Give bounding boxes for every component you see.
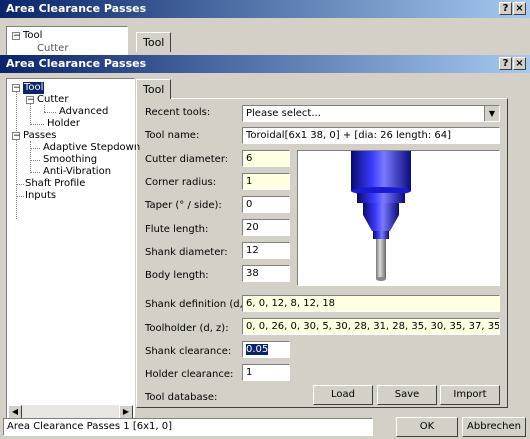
flute-length-label: Flute length: [145, 224, 209, 235]
taper-label: Taper (° / side): [145, 200, 222, 211]
tree-item-cutter[interactable]: Cutter [37, 94, 68, 106]
back-tree-item-tool[interactable]: Tool [23, 30, 42, 42]
cutter-collapse-icon[interactable]: − [26, 96, 35, 105]
holder-clearance-label: Holder clearance: [145, 369, 234, 380]
help-button[interactable]: ? [499, 57, 512, 70]
dialog-title: Area Clearance Passes [6, 57, 147, 70]
tool-name-field[interactable]: Toroidal[6x1 38, 0] + [dia: 26 length: 6… [242, 127, 500, 144]
back-tab-tool[interactable]: Tool [136, 32, 172, 52]
tree-hscrollbar[interactable]: ◀ ▶ [8, 405, 133, 419]
back-tree-item-cutter[interactable]: Cutter [37, 43, 68, 55]
tree-item-shaft-profile[interactable]: Shaft Profile [25, 178, 85, 190]
cutter-illustration [351, 151, 411, 281]
collapse-icon[interactable]: − [12, 32, 21, 41]
flute-length-field[interactable]: 20 [242, 219, 290, 236]
tree-item-inputs[interactable]: Inputs [25, 190, 56, 202]
scroll-right-icon[interactable]: ▶ [119, 405, 133, 419]
recent-tools-value: Please select... [246, 108, 321, 119]
back-window-title: Area Clearance Passes [6, 2, 147, 15]
import-button[interactable]: Import [440, 385, 500, 405]
cancel-button[interactable]: Abbrechen [462, 417, 526, 437]
corner-radius-field[interactable]: 1 [242, 173, 290, 190]
dialog-titlebar[interactable]: Area Clearance Passes ? × [0, 55, 530, 73]
tree-item-tool[interactable]: Tool [23, 82, 45, 94]
holder-collar [357, 193, 405, 203]
corner-radius-label: Corner radius: [145, 177, 217, 188]
ok-button[interactable]: OK [396, 417, 458, 437]
close-button[interactable]: × [513, 57, 526, 70]
cutter-shank [376, 239, 386, 279]
back-window-titlebar[interactable]: Area Clearance Passes ? × [0, 0, 530, 18]
dialog-window: Area Clearance Passes ? × − Tool − Cutte… [0, 55, 530, 439]
holder-clearance-field[interactable]: 1 [242, 364, 290, 381]
shank-diameter-field[interactable]: 12 [242, 242, 290, 259]
tool-database-label: Tool database: [145, 392, 218, 403]
scroll-left-icon[interactable]: ◀ [8, 405, 22, 419]
taper-field[interactable]: 0 [242, 196, 290, 213]
tree-item-adaptive-stepdown[interactable]: Adaptive Stepdown [43, 142, 140, 154]
passes-collapse-icon[interactable]: − [12, 132, 21, 141]
recent-tools-select[interactable]: Please select... ▼ [242, 105, 500, 122]
load-button[interactable]: Load [313, 385, 373, 405]
back-window: Area Clearance Passes ? × − Tool Cutter … [0, 0, 530, 56]
tool-name-label: Tool name: [145, 130, 200, 141]
recent-tools-label: Recent tools: [145, 107, 211, 118]
back-close-button[interactable]: × [513, 2, 526, 15]
body-length-label: Body length: [145, 270, 209, 281]
status-field: Area Clearance Passes 1 [6x1, 0] [3, 418, 373, 436]
shank-clearance-label: Shank clearance: [145, 346, 232, 357]
tree-panel: − Tool − Cutter Advanced Holder − Passes… [6, 78, 140, 421]
back-tree-panel: − Tool Cutter [6, 26, 128, 56]
tab-tool[interactable]: Tool [136, 79, 172, 99]
holder-body [351, 151, 411, 191]
tool-preview [297, 150, 500, 286]
cutter-diameter-field[interactable]: 6 [242, 150, 290, 167]
tree-item-passes[interactable]: Passes [23, 130, 57, 142]
back-help-button[interactable]: ? [499, 2, 512, 15]
tree-item-advanced[interactable]: Advanced [59, 106, 108, 118]
tree-item-anti-vibration[interactable]: Anti-Vibration [43, 166, 111, 178]
chevron-down-icon[interactable]: ▼ [484, 106, 499, 121]
shank-clearance-field[interactable]: 0.05 [242, 341, 290, 358]
tool-collapse-icon[interactable]: − [12, 84, 21, 93]
tree-item-smoothing[interactable]: Smoothing [43, 154, 97, 166]
shank-diameter-label: Shank diameter: [145, 247, 228, 258]
holder-neck [363, 203, 399, 215]
body-length-field[interactable]: 38 [242, 265, 290, 282]
shank-clearance-value: 0.05 [246, 344, 269, 355]
cutter-diameter-label: Cutter diameter: [145, 154, 229, 165]
toolholder-label: Toolholder (d, z): [145, 323, 229, 334]
save-button[interactable]: Save [377, 385, 437, 405]
tree-item-holder[interactable]: Holder [47, 118, 80, 130]
shank-definition-field[interactable]: 6, 0, 12, 8, 12, 18 [242, 295, 500, 312]
toolholder-field[interactable]: 0, 0, 26, 0, 30, 5, 30, 28, 31, 28, 35, … [242, 318, 500, 335]
